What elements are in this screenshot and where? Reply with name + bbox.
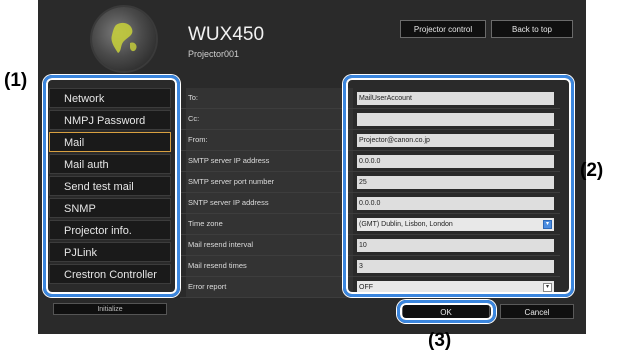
model-name: WUX450 (188, 24, 265, 45)
field-label: To: (186, 88, 353, 108)
cancel-button[interactable]: Cancel (500, 304, 574, 319)
highlight-frame-ok (397, 300, 496, 323)
projector-name: Projector001 (188, 49, 240, 59)
field-label: SNTP server IP address (186, 193, 353, 213)
field-label: From: (186, 130, 353, 150)
field-label: Mail resend times (186, 256, 353, 276)
field-label: Cc: (186, 109, 353, 129)
callout-label-3: (3) (428, 330, 452, 351)
field-label: Time zone (186, 214, 353, 234)
back-to-top-button[interactable]: Back to top (491, 20, 573, 38)
callout-label-2: (2) (580, 160, 604, 181)
highlight-frame-form (343, 75, 574, 297)
highlight-frame-sidebar (43, 75, 180, 297)
callout-label-1: (1) (4, 70, 28, 91)
field-label: SMTP server IP address (186, 151, 353, 171)
projector-control-button[interactable]: Projector control (400, 20, 486, 38)
field-label: Error report (186, 277, 353, 297)
field-label: Mail resend interval (186, 235, 353, 255)
initialize-button[interactable]: Initialize (53, 303, 167, 315)
header: WUX450 Projector001 Projector control Ba… (38, 0, 586, 86)
projector-logo-icon (92, 7, 156, 71)
field-label: SMTP server port number (186, 172, 353, 192)
